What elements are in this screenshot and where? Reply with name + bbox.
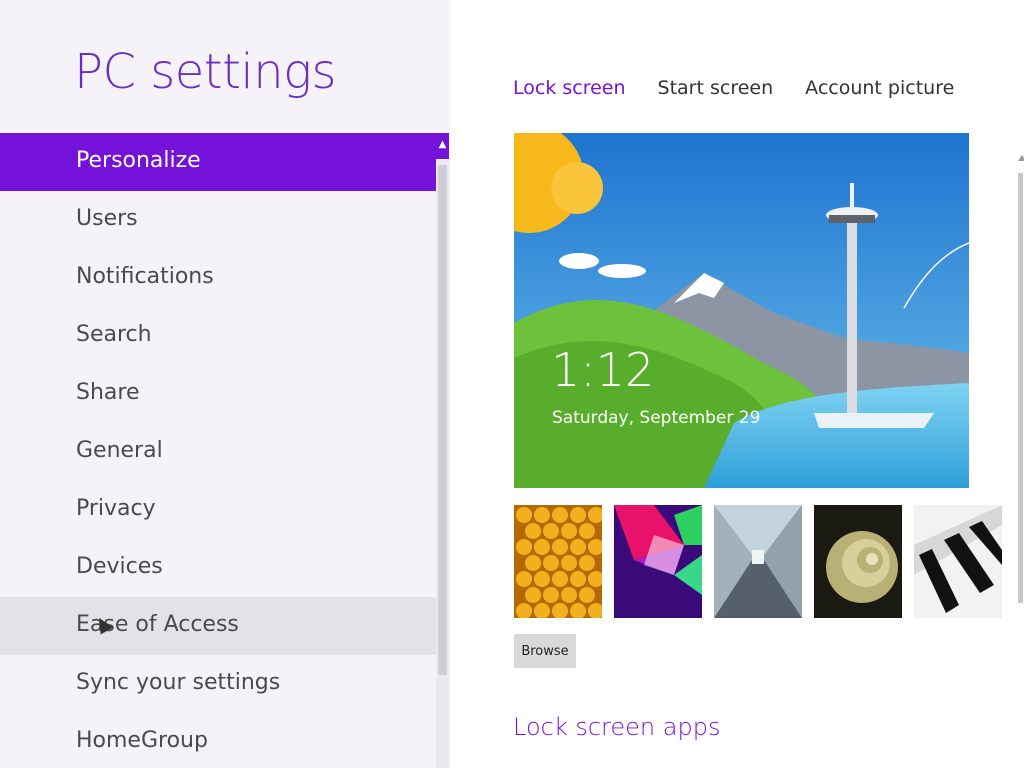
thumbnail-tunnel[interactable] (714, 505, 802, 618)
nav-item-sync-settings[interactable]: Sync your settings (0, 655, 436, 713)
nav-list: Personalize Users Notifications Search S… (0, 133, 436, 771)
nav-item-general[interactable]: General (0, 423, 436, 481)
scroll-up-arrow-icon[interactable]: ▲ (436, 133, 449, 159)
lock-screen-time: 1:12 (551, 343, 655, 397)
nav-item-share[interactable]: Share (0, 365, 436, 423)
nav-item-privacy[interactable]: Privacy (0, 481, 436, 539)
lock-screen-preview: 1:12 Saturday, September 29 (514, 133, 969, 488)
nav-item-ease-of-access[interactable]: Ease of Access (0, 597, 436, 655)
nav-scrollbar-thumb[interactable] (438, 165, 447, 675)
wallpaper-thumbnails (514, 505, 1014, 618)
lock-screen-wallpaper (514, 133, 969, 488)
page-title: PC settings (74, 44, 336, 100)
thumbnail-nautilus-shell[interactable] (814, 505, 902, 618)
browse-button[interactable]: Browse (514, 634, 576, 668)
lock-screen-apps-heading: Lock screen apps (513, 713, 721, 741)
nav-item-homegroup[interactable]: HomeGroup (0, 713, 436, 771)
nav-item-personalize[interactable]: Personalize (0, 133, 436, 191)
content-scrollbar-thumb[interactable] (1018, 173, 1023, 603)
tab-lock-screen[interactable]: Lock screen (513, 77, 626, 99)
thumbnail-honeycomb[interactable] (514, 505, 602, 618)
nav-item-users[interactable]: Users (0, 191, 436, 249)
personalize-tabs: Lock screen Start screen Account picture (513, 77, 986, 99)
thumbnail-piano-keys[interactable] (914, 505, 1002, 618)
nav-item-notifications[interactable]: Notifications (0, 249, 436, 307)
nav-item-search[interactable]: Search (0, 307, 436, 365)
lock-screen-date: Saturday, September 29 (552, 408, 761, 428)
tab-start-screen[interactable]: Start screen (658, 77, 774, 99)
nav-item-devices[interactable]: Devices (0, 539, 436, 597)
nav-scrollbar[interactable]: ▲ (436, 133, 449, 768)
tab-account-picture[interactable]: Account picture (805, 77, 954, 99)
scroll-up-arrow-icon[interactable] (1018, 155, 1024, 161)
settings-nav-pane: PC settings Personalize Users Notificati… (0, 0, 450, 768)
content-scrollbar[interactable] (1016, 133, 1024, 608)
thumbnail-geometric-shapes[interactable] (614, 505, 702, 618)
